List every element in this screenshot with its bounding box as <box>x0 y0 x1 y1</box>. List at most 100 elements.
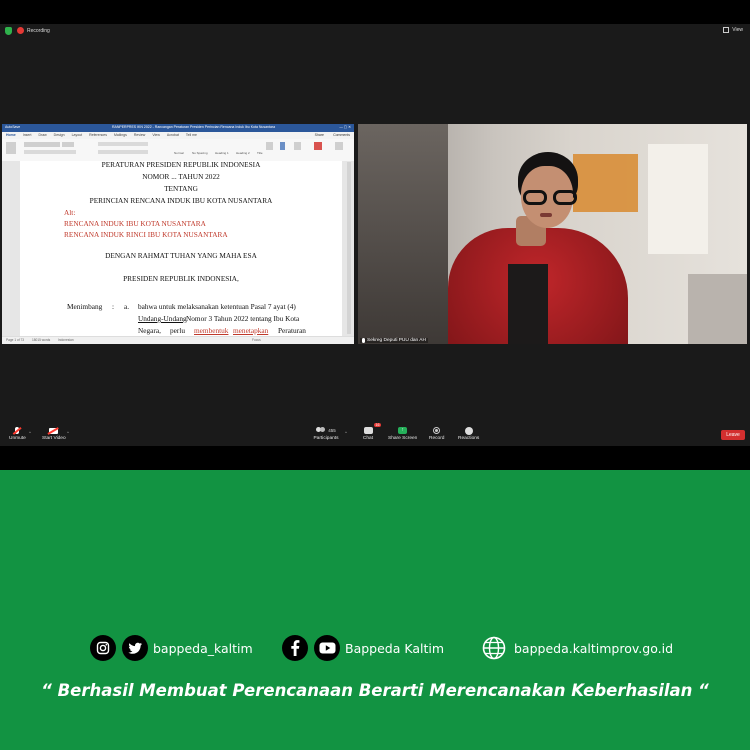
microphone-muted-icon <box>11 426 23 435</box>
view-icon <box>723 27 730 33</box>
style-heading-2[interactable]: Heading 2 <box>236 151 250 155</box>
glasses-right <box>553 190 577 205</box>
unmute-button[interactable]: Unmute <box>9 426 26 441</box>
doc-heading-number: NOMOR ... TAHUN 2022 <box>142 172 220 181</box>
tab-layout[interactable]: Layout <box>72 132 83 139</box>
doc-heading-subject: PERINCIAN RENCANA INDUK IBU KOTA NUSANTA… <box>89 196 273 205</box>
tab-draw[interactable]: Draw <box>39 132 47 139</box>
status-words: 18015 words <box>32 338 51 342</box>
facebook-icon[interactable] <box>282 635 308 661</box>
style-title[interactable]: Title <box>257 151 263 155</box>
participant-name: Sekreg Deputi PUU dan AH <box>367 338 426 343</box>
unmute-label: Unmute <box>9 436 26 441</box>
tab-home[interactable]: Home <box>6 132 16 139</box>
style-heading-1[interactable]: Heading 1 <box>215 151 229 155</box>
reactions-button[interactable]: Reactions <box>458 426 479 441</box>
record-button-icon <box>431 426 443 435</box>
record-icon <box>17 27 24 34</box>
leave-button[interactable]: Leave <box>721 430 745 440</box>
focus-button[interactable]: Focus <box>252 338 261 342</box>
video-background-object <box>573 154 638 212</box>
doc-heading-about: TENTANG <box>164 184 198 193</box>
zoom-meeting-window: Recording View AutoSave RANPERPRES IKN 2… <box>0 24 750 446</box>
style-no-spacing[interactable]: No Spacing <box>192 151 208 155</box>
view-button[interactable]: View <box>723 27 743 33</box>
align-buttons[interactable] <box>98 150 148 154</box>
video-background-shadow <box>358 124 448 344</box>
tab-design[interactable]: Design <box>54 132 65 139</box>
reactions-label: Reactions <box>458 436 480 441</box>
styles-pane-icon[interactable] <box>266 142 273 150</box>
doc-tracked-insertion: membentuk <box>194 326 229 335</box>
share-button[interactable]: Share <box>315 133 324 137</box>
autosave-toggle[interactable]: AutoSave <box>5 125 20 129</box>
chevron-up-icon[interactable]: ^ <box>29 430 31 435</box>
dictate-icon[interactable] <box>280 142 285 150</box>
start-video-button[interactable]: Start Video <box>42 426 66 441</box>
list-buttons[interactable] <box>98 142 148 146</box>
tab-insert[interactable]: Insert <box>23 132 32 139</box>
tab-review[interactable]: Review <box>134 132 145 139</box>
twitter-icon[interactable] <box>122 635 148 661</box>
recording-label: Recording <box>27 27 50 34</box>
word-title-bar: AutoSave RANPERPRES IKN 2022 - Rancangan… <box>2 124 354 132</box>
participant-name-tag: Sekreg Deputi PUU dan AH <box>360 338 428 343</box>
doc-alt-option-2: RENCANA INDUK RINCI IBU KOTA NUSANTARA <box>64 230 228 239</box>
doc-para-line-3b: perlu <box>170 326 185 335</box>
font-size-select[interactable] <box>62 142 74 147</box>
participants-button[interactable]: 455 Participants <box>313 426 339 441</box>
doc-para-line-1: bahwa untuk melaksanakan ketentuan Pasal… <box>138 302 296 311</box>
window-controls[interactable]: — ▢ ✕ <box>339 125 351 129</box>
doc-tracked-deletion: menetapkan <box>233 326 269 335</box>
request-signatures-icon[interactable] <box>335 142 343 150</box>
record-label: Record <box>429 436 445 441</box>
shared-screen-word[interactable]: AutoSave RANPERPRES IKN 2022 - Rancangan… <box>2 124 354 344</box>
doc-para-line-2a: Undang-Undang <box>138 314 187 323</box>
paste-icon[interactable] <box>6 142 16 154</box>
document-page[interactable]: PERATURAN PRESIDEN REPUBLIK INDONESIA NO… <box>20 160 342 336</box>
word-status-bar: Page 1 of 73 18015 words Indonesian Focu… <box>2 336 354 344</box>
tab-tell-me[interactable]: Tell me <box>186 132 197 139</box>
tab-view[interactable]: View <box>152 132 160 139</box>
adobe-pdf-icon[interactable] <box>314 142 322 150</box>
vertical-scrollbar[interactable] <box>347 162 351 334</box>
comments-button[interactable]: Comments <box>333 133 350 137</box>
facebook-youtube-name[interactable]: Bappeda Kaltim <box>345 641 444 656</box>
participant-video[interactable]: Sekreg Deputi PUU dan AH <box>358 124 747 344</box>
doc-grace: DENGAN RAHMAT TUHAN YANG MAHA ESA <box>105 251 257 260</box>
video-off-icon <box>47 426 60 435</box>
chat-label: Chat <box>362 436 374 441</box>
editor-icon[interactable] <box>294 142 301 150</box>
zoom-control-bar: Unmute ^ Start Video ^ 455 Participants … <box>0 423 750 448</box>
recording-indicator[interactable]: Recording <box>17 27 50 34</box>
instagram-icon[interactable] <box>90 635 116 661</box>
chevron-up-icon[interactable]: ^ <box>345 430 347 435</box>
tab-references[interactable]: References <box>89 132 107 139</box>
chat-icon: 16 <box>362 423 381 435</box>
doc-colon: : <box>112 302 115 311</box>
tab-acrobat[interactable]: Acrobat <box>167 132 179 139</box>
chat-button[interactable]: 16 Chat <box>362 423 381 441</box>
doc-alt-option-1: RENCANA INDUK IBU KOTA NUSANTARA <box>64 219 206 228</box>
doc-item-letter: a. <box>124 302 130 311</box>
format-buttons[interactable] <box>24 150 76 154</box>
doc-para-line-3a: Negara, <box>138 326 161 335</box>
participants-icon: 455 <box>313 426 339 435</box>
microphone-icon <box>362 338 365 343</box>
doc-para-line-2b: Nomor 3 Tahun 2022 tentang Ibu Kota <box>186 314 300 323</box>
share-screen-button[interactable]: ↑ Share Screen <box>388 426 417 441</box>
start-video-label: Start Video <box>42 436 66 441</box>
video-background-furniture <box>688 274 747 344</box>
instagram-twitter-handle[interactable]: bappeda_kaltim <box>153 641 253 656</box>
document-canvas: PERATURAN PRESIDEN REPUBLIK INDONESIA NO… <box>2 160 354 336</box>
font-family-select[interactable] <box>24 142 60 147</box>
globe-icon[interactable] <box>481 635 507 661</box>
record-button[interactable]: Record <box>429 426 444 441</box>
youtube-icon[interactable] <box>314 635 340 661</box>
tab-mailings[interactable]: Mailings <box>114 132 127 139</box>
chevron-up-icon[interactable]: ^ <box>67 430 69 435</box>
website-url[interactable]: bappeda.kaltimprov.go.id <box>514 641 673 656</box>
shield-icon[interactable] <box>5 27 12 35</box>
style-normal[interactable]: Normal <box>174 151 184 155</box>
share-screen-label: Share Screen <box>388 436 418 441</box>
